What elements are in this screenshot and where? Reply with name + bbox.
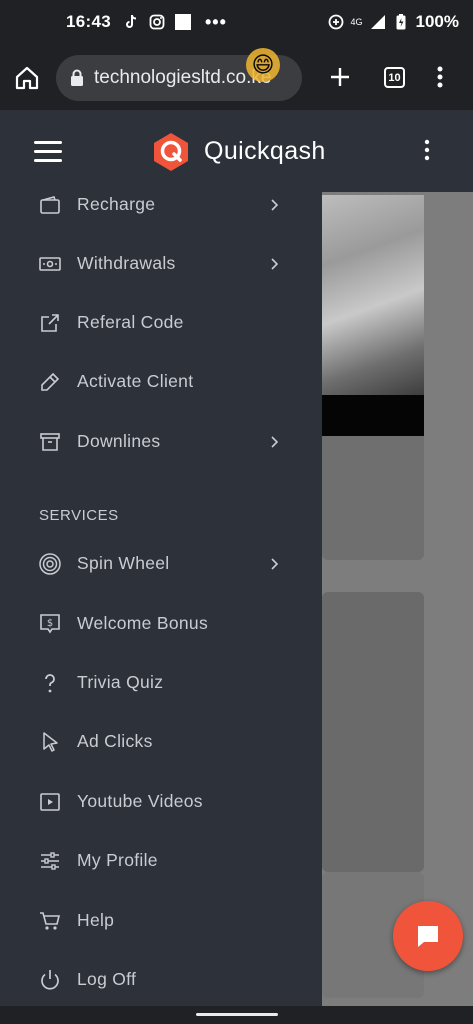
- menu-item-welcome-bonus[interactable]: $ Welcome Bonus: [0, 598, 322, 650]
- menu-item-activate-client[interactable]: Activate Client: [0, 356, 322, 408]
- home-icon[interactable]: [14, 65, 40, 91]
- app-title: Quickqash: [204, 137, 326, 165]
- chat-button[interactable]: [393, 901, 463, 971]
- power-icon: [41, 970, 59, 990]
- menu-item-label: Trivia Quiz: [77, 672, 164, 692]
- tab-switcher-button[interactable]: 10: [384, 67, 405, 88]
- cursor-icon: [43, 732, 58, 752]
- pen-icon: [41, 372, 60, 391]
- menu-item-recharge[interactable]: Recharge: [0, 179, 322, 231]
- more-notifications-icon: •••: [204, 11, 227, 32]
- archive-icon: [40, 433, 60, 451]
- chevron-right-icon: [271, 436, 279, 448]
- menu-item-trivia-quiz[interactable]: Trivia Quiz: [0, 657, 322, 709]
- menu-item-label: My Profile: [77, 850, 158, 870]
- phone-screen: 16:43 ••• 4G 100% technologiesltd.co.ke …: [0, 0, 473, 1024]
- services-section-title: SERVICES: [39, 507, 119, 524]
- cash-icon: [39, 257, 61, 271]
- app-menu-icon[interactable]: [420, 137, 434, 163]
- content-card[interactable]: [322, 592, 424, 872]
- sliders-icon: [41, 852, 59, 870]
- chevron-right-icon: [271, 258, 279, 270]
- external-link-icon: [41, 314, 59, 332]
- hamburger-menu-icon[interactable]: [34, 141, 62, 163]
- battery-level: 100%: [415, 12, 459, 31]
- target-icon: [39, 553, 61, 575]
- menu-item-label: Downlines: [77, 431, 161, 451]
- menu-item-youtube-videos[interactable]: Youtube Videos: [0, 776, 322, 828]
- tiktok-icon: [123, 14, 139, 30]
- notification-square-icon: [174, 14, 191, 30]
- svg-text:$: $: [47, 618, 53, 629]
- battery-icon: [393, 14, 409, 30]
- network-type: 4G: [350, 16, 363, 27]
- lock-icon: [71, 69, 83, 86]
- menu-item-help[interactable]: Help: [0, 895, 322, 947]
- chevron-right-icon: [271, 199, 279, 211]
- chat-bubble-icon: [418, 926, 438, 947]
- menu-item-label: Recharge: [77, 194, 156, 214]
- menu-item-label: Welcome Bonus: [77, 613, 208, 633]
- menu-item-label: Log Off: [77, 969, 137, 989]
- quickqash-logo-icon: [154, 133, 188, 171]
- status-time: 16:43: [66, 12, 111, 31]
- menu-item-label: Spin Wheel: [77, 553, 170, 573]
- menu-item-label: Youtube Videos: [77, 791, 203, 811]
- menu-item-my-profile[interactable]: My Profile: [0, 835, 322, 887]
- menu-item-label: Referal Code: [77, 312, 184, 332]
- menu-item-spin-wheel[interactable]: Spin Wheel: [0, 538, 322, 590]
- menu-item-downlines[interactable]: Downlines: [0, 416, 322, 468]
- chevron-right-icon: [271, 558, 279, 570]
- card-image: [322, 195, 424, 395]
- menu-item-ad-clicks[interactable]: Ad Clicks: [0, 716, 322, 768]
- menu-item-label: Ad Clicks: [77, 731, 153, 751]
- grinning-emoji-icon: 😄: [246, 48, 280, 82]
- data-saver-icon: [328, 14, 344, 30]
- video-icon: [40, 793, 60, 811]
- signal-icon: [370, 14, 386, 30]
- wallet-icon: [40, 196, 60, 214]
- instagram-icon: [149, 14, 165, 30]
- cart-icon: [40, 912, 61, 930]
- menu-item-label: Activate Client: [77, 371, 194, 391]
- browser-toolbar: technologiesltd.co.ke 10: [0, 44, 473, 110]
- dollar-message-icon: $: [40, 614, 60, 634]
- home-gesture-handle[interactable]: [196, 1013, 278, 1016]
- system-nav-bar: [0, 1006, 473, 1024]
- card-image-footer: [322, 395, 424, 436]
- browser-menu-icon[interactable]: [430, 64, 450, 90]
- question-icon: [45, 674, 55, 693]
- menu-item-label: Withdrawals: [77, 253, 176, 273]
- status-bar: 16:43 ••• 4G 100%: [0, 0, 473, 44]
- menu-item-label: Help: [77, 910, 115, 930]
- menu-item-referal-code[interactable]: Referal Code: [0, 297, 322, 349]
- menu-item-log-off[interactable]: Log Off: [0, 954, 322, 1006]
- new-tab-icon[interactable]: [328, 65, 352, 89]
- side-drawer: Recharge Withdrawals Referal Code Activa…: [0, 192, 322, 1012]
- url-text: technologiesltd.co.ke: [94, 67, 272, 88]
- menu-item-withdrawals[interactable]: Withdrawals: [0, 238, 322, 290]
